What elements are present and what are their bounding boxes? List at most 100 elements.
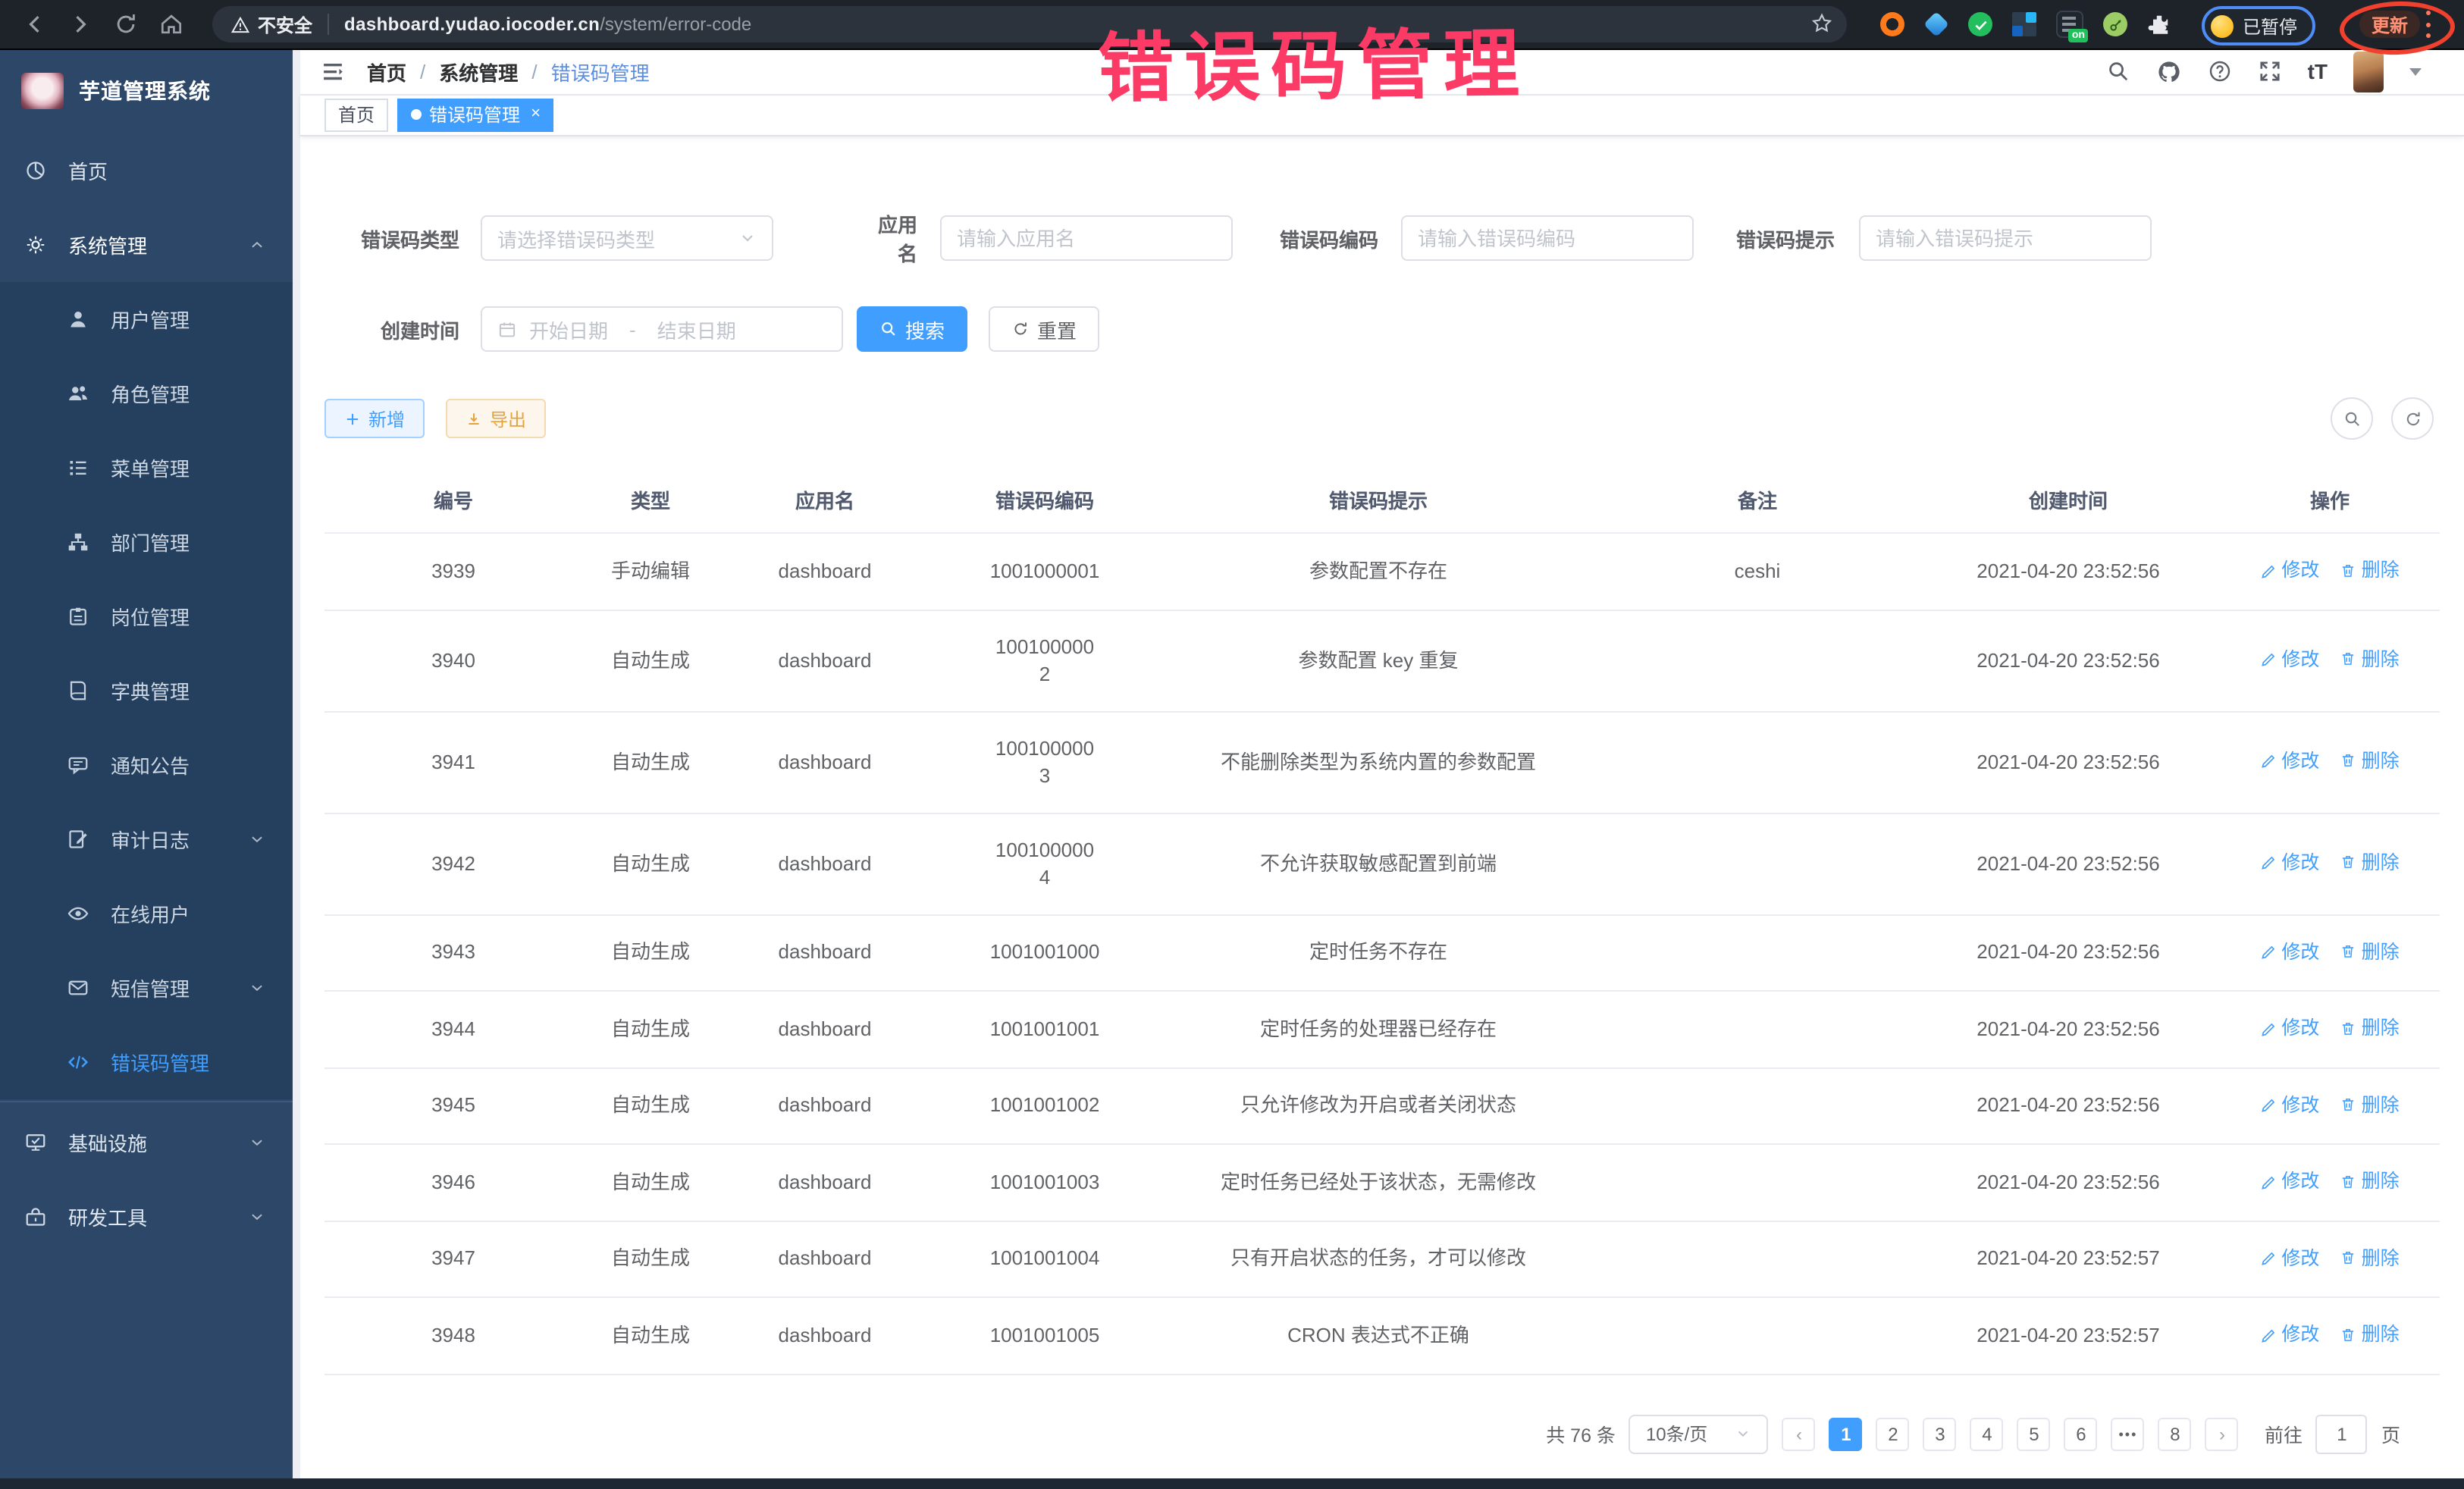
sidebar-item-error-code[interactable]: 错误码管理: [0, 1025, 293, 1099]
back-icon[interactable]: [21, 11, 49, 38]
help-icon[interactable]: [2208, 59, 2232, 83]
sidebar-item-posts[interactable]: 岗位管理: [0, 579, 293, 654]
table-row[interactable]: 3945 自动生成 dashboard 1001001002 只允许修改为开启或…: [324, 1067, 2440, 1144]
extension-gem-icon[interactable]: [1923, 11, 1949, 37]
table-row[interactable]: 3946 自动生成 dashboard 1001001003 定时任务已经处于该…: [324, 1144, 2440, 1221]
tab-home[interactable]: 首页: [324, 98, 388, 131]
page-button[interactable]: 6: [2064, 1417, 2098, 1450]
avatar[interactable]: [2353, 51, 2384, 92]
delete-link[interactable]: 删除: [2340, 1091, 2400, 1118]
caret-down-icon[interactable]: [2409, 67, 2422, 75]
table-row[interactable]: 3944 自动生成 dashboard 1001001001 定时任务的处理器已…: [324, 991, 2440, 1067]
add-button[interactable]: 新增: [324, 399, 425, 438]
edit-link[interactable]: 修改: [2260, 849, 2319, 876]
sidebar-item-sms[interactable]: 短信管理: [0, 951, 293, 1025]
table-row[interactable]: 3947 自动生成 dashboard 1001001004 只有开启状态的任务…: [324, 1221, 2440, 1297]
update-chip[interactable]: 更新: [2359, 11, 2420, 38]
sidebar-item-infrastructure[interactable]: 基础设施: [0, 1105, 293, 1180]
next-page-button[interactable]: ›: [2205, 1417, 2239, 1450]
forward-icon[interactable]: [67, 11, 94, 38]
delete-link[interactable]: 删除: [2340, 748, 2400, 775]
page-size-select[interactable]: 10条/页: [1629, 1414, 1769, 1453]
error-code-input[interactable]: [1401, 215, 1694, 261]
app-logo-row[interactable]: 芋道管理系统: [0, 49, 293, 133]
page-button[interactable]: 5: [2017, 1417, 2051, 1450]
edit-link[interactable]: 修改: [2260, 1091, 2319, 1118]
fullscreen-icon[interactable]: [2258, 59, 2282, 83]
extensions-puzzle-icon[interactable]: [2147, 12, 2171, 36]
breadcrumb-system[interactable]: 系统管理: [439, 57, 518, 86]
delete-link[interactable]: 删除: [2340, 1168, 2400, 1195]
font-size-icon[interactable]: tT: [2308, 59, 2328, 83]
delete-link[interactable]: 删除: [2340, 1014, 2400, 1042]
table-row[interactable]: 3939 手动编辑 dashboard 1001000001 参数配置不存在 c…: [324, 533, 2440, 610]
edit-link[interactable]: 修改: [2260, 938, 2319, 965]
page-button[interactable]: 8: [2158, 1417, 2192, 1450]
sidebar-item-departments[interactable]: 部门管理: [0, 505, 293, 579]
extension-check-icon[interactable]: [1968, 12, 1992, 36]
search-icon[interactable]: [2106, 59, 2130, 83]
goto-page-input[interactable]: [2316, 1414, 2368, 1453]
edit-link[interactable]: 修改: [2260, 556, 2319, 584]
reload-icon[interactable]: [112, 11, 140, 38]
sidebar-item-menus[interactable]: 菜单管理: [0, 431, 293, 505]
edit-link[interactable]: 修改: [2260, 748, 2319, 775]
toggle-search-icon[interactable]: [2331, 397, 2373, 440]
table-row[interactable]: 3941 自动生成 dashboard 100100000 3 不能删除类型为系…: [324, 711, 2440, 813]
profile-paused-chip[interactable]: 已暂停: [2202, 6, 2315, 45]
sidebar-item-online-users[interactable]: 在线用户: [0, 876, 293, 951]
delete-link[interactable]: 删除: [2340, 849, 2400, 876]
delete-link[interactable]: 删除: [2340, 646, 2400, 673]
sidebar-item-audit-log[interactable]: 审计日志: [0, 802, 293, 876]
table-row[interactable]: 3940 自动生成 dashboard 100100000 2 参数配置 key…: [324, 610, 2440, 711]
export-button[interactable]: 导出: [446, 399, 546, 438]
security-status[interactable]: 不安全: [230, 11, 312, 37]
delete-link[interactable]: 删除: [2340, 556, 2400, 584]
browser-menu-icon[interactable]: [2426, 11, 2432, 38]
extension-on-icon[interactable]: on: [2056, 11, 2083, 38]
home-icon[interactable]: [158, 11, 185, 38]
delete-link[interactable]: 删除: [2340, 1244, 2400, 1271]
page-button[interactable]: 3: [1923, 1417, 1957, 1450]
table-row[interactable]: 3948 自动生成 dashboard 1001001005 CRON 表达式不…: [324, 1297, 2440, 1374]
close-icon[interactable]: ×: [531, 106, 541, 123]
address-bar[interactable]: 不安全 dashboard.yudao.iocoder.cn /system/e…: [212, 6, 1847, 42]
table-row[interactable]: 3942 自动生成 dashboard 100100000 4 不允许获取敏感配…: [324, 813, 2440, 914]
extension-key-icon[interactable]: [2103, 12, 2127, 36]
extension-grid-icon[interactable]: [2012, 12, 2036, 36]
sidebar-item-label: 系统管理: [68, 230, 147, 259]
error-type-select[interactable]: 请选择错误码类型: [481, 215, 773, 261]
sidebar-item-users[interactable]: 用户管理: [0, 282, 293, 356]
sidebar-item-notices[interactable]: 通知公告: [0, 728, 293, 802]
app-name-input[interactable]: [940, 215, 1233, 261]
edit-link[interactable]: 修改: [2260, 1244, 2319, 1271]
edit-link[interactable]: 修改: [2260, 1321, 2319, 1348]
refresh-table-icon[interactable]: [2391, 397, 2434, 440]
extension-orange-icon[interactable]: [1880, 12, 1904, 36]
delete-link[interactable]: 删除: [2340, 1321, 2400, 1348]
bookmark-star-icon[interactable]: [1810, 12, 1833, 35]
breadcrumb-home[interactable]: 首页: [367, 57, 406, 86]
sidebar-item-system[interactable]: 系统管理: [0, 208, 293, 282]
sidebar-item-dev-tools[interactable]: 研发工具: [0, 1180, 293, 1254]
edit-link[interactable]: 修改: [2260, 646, 2319, 673]
page-button[interactable]: 4: [1970, 1417, 2004, 1450]
github-icon[interactable]: [2156, 58, 2182, 84]
hamburger-icon[interactable]: [320, 58, 346, 84]
sidebar-item-home[interactable]: 首页: [0, 133, 293, 208]
more-pages-button[interactable]: •••: [2111, 1417, 2145, 1450]
edit-link[interactable]: 修改: [2260, 1168, 2319, 1195]
edit-link[interactable]: 修改: [2260, 1014, 2319, 1042]
reset-button[interactable]: 重置: [989, 306, 1099, 352]
tab-error-code[interactable]: 错误码管理 ×: [397, 98, 554, 131]
page-button[interactable]: 2: [1876, 1417, 1910, 1450]
search-button[interactable]: 搜索: [857, 306, 967, 352]
date-range-picker[interactable]: 开始日期 - 结束日期: [481, 306, 843, 352]
sidebar-item-roles[interactable]: 角色管理: [0, 356, 293, 431]
page-button[interactable]: 1: [1829, 1417, 1863, 1450]
error-hint-input[interactable]: [1859, 215, 2152, 261]
delete-link[interactable]: 删除: [2340, 938, 2400, 965]
prev-page-button[interactable]: ‹: [1782, 1417, 1816, 1450]
sidebar-item-dictionary[interactable]: 字典管理: [0, 654, 293, 728]
table-row[interactable]: 3943 自动生成 dashboard 1001001000 定时任务不存在 2…: [324, 914, 2440, 991]
